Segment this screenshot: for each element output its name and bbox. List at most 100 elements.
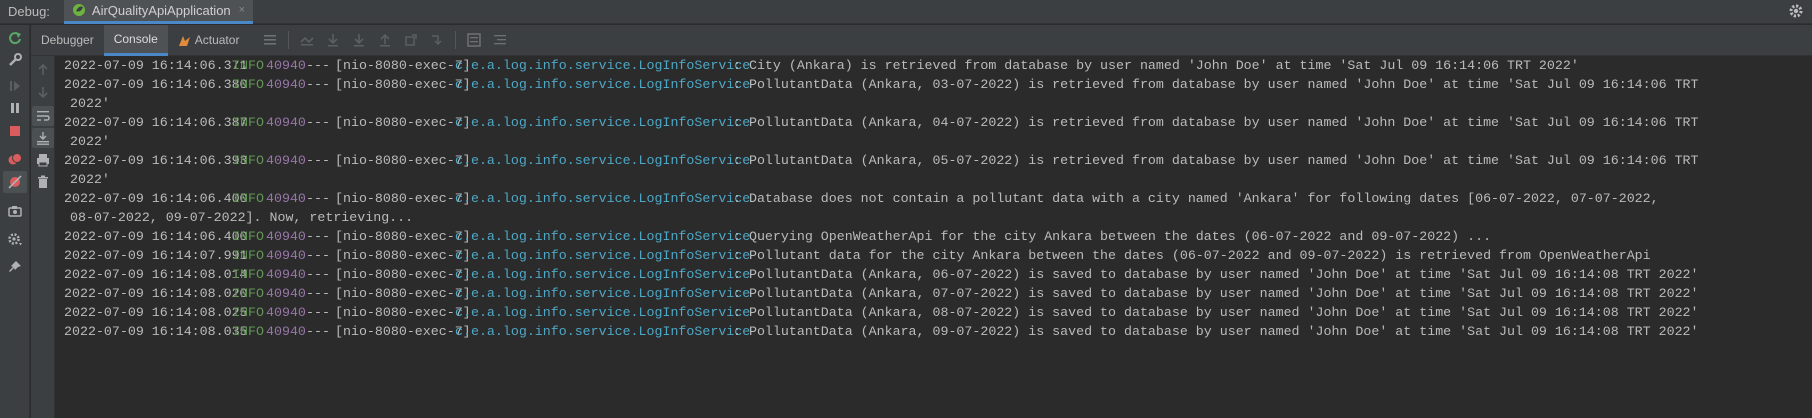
- step-over-icon[interactable]: [325, 32, 341, 48]
- log-level: INFO: [232, 305, 264, 320]
- wrench-icon[interactable]: [7, 52, 23, 68]
- stop-icon[interactable]: [7, 123, 23, 139]
- log-message: : PollutantData (Ankara, 03-07-2022) is …: [733, 77, 1699, 92]
- log-message-continuation: 2022': [70, 172, 110, 187]
- log-pid: 40940: [266, 153, 306, 168]
- mute-breakpoints-toggle[interactable]: [3, 171, 27, 193]
- log-logger[interactable]: c.e.a.log.info.service.LogInfoService: [455, 284, 750, 303]
- log-level: INFO: [232, 191, 264, 206]
- log-logger[interactable]: c.e.a.log.info.service.LogInfoService: [455, 75, 750, 94]
- actuator-icon: [178, 35, 190, 46]
- show-execution-point-icon[interactable]: [299, 32, 315, 48]
- log-line: 2022-07-09 16:14:08.025 INFO 40940 --- [nio-…: [56, 303, 1812, 322]
- close-tab-icon[interactable]: ×: [239, 4, 245, 16]
- log-thread: [nio-8080-exec-7]: [335, 305, 471, 320]
- log-thread: [nio-8080-exec-7]: [335, 153, 471, 168]
- log-logger[interactable]: c.e.a.log.info.service.LogInfoService: [455, 189, 750, 208]
- log-line: 2022-07-09 16:14:08.020 INFO 40940 --- [nio-…: [56, 284, 1812, 303]
- clear-all-icon[interactable]: [35, 174, 51, 190]
- trace-settings-icon[interactable]: [492, 32, 508, 48]
- log-timestamp: 2022-07-09 16:14:06.387: [64, 115, 248, 130]
- log-timestamp: 2022-07-09 16:14:08.020: [64, 286, 248, 301]
- evaluate-expression-icon[interactable]: [466, 32, 482, 48]
- log-message: : PollutantData (Ankara, 04-07-2022) is …: [733, 115, 1699, 130]
- settings-gear-icon[interactable]: [1788, 3, 1804, 19]
- log-level: INFO: [232, 267, 264, 282]
- tab-debugger[interactable]: Debugger: [31, 25, 104, 56]
- debug-tabs-row: Debugger Console Actuator: [31, 24, 1812, 56]
- resume-program-icon[interactable]: [7, 78, 23, 94]
- view-breakpoints-icon[interactable]: [7, 151, 23, 167]
- log-separator: ---: [306, 191, 330, 206]
- log-logger[interactable]: c.e.a.log.info.service.LogInfoService: [455, 265, 750, 284]
- log-separator: ---: [306, 115, 330, 130]
- run-config-tab-label: AirQualityApiApplication: [91, 2, 231, 18]
- log-separator: ---: [306, 229, 330, 244]
- log-message: : Pollutant data for the city Ankara bet…: [733, 248, 1651, 263]
- scroll-to-end-toggle[interactable]: [32, 128, 54, 148]
- log-logger[interactable]: c.e.a.log.info.service.LogInfoService: [455, 151, 750, 170]
- settings-icon[interactable]: [7, 231, 23, 247]
- log-logger[interactable]: c.e.a.log.info.service.LogInfoService: [455, 322, 750, 341]
- log-line: 2022-07-09 16:14:08.014 INFO 40940 --- [nio-…: [56, 265, 1812, 284]
- step-out-icon[interactable]: [377, 32, 393, 48]
- log-line: 2022-07-09 16:14:08.035 INFO 40940 --- [nio-…: [56, 322, 1812, 341]
- down-arrow-icon[interactable]: [35, 84, 51, 100]
- log-logger[interactable]: c.e.a.log.info.service.LogInfoService: [455, 56, 750, 75]
- tab-console-label: Console: [113, 31, 158, 46]
- log-message: : PollutantData (Ankara, 06-07-2022) is …: [733, 267, 1699, 282]
- debug-title-bar: Debug: AirQualityApiApplication ×: [0, 0, 1812, 24]
- tab-console[interactable]: Console: [103, 24, 168, 56]
- log-message: : Querying OpenWeatherApi for the city A…: [733, 229, 1492, 244]
- console-side-toolbar: [31, 56, 55, 418]
- soft-wrap-toggle[interactable]: [32, 106, 54, 126]
- log-logger[interactable]: c.e.a.log.info.service.LogInfoService: [455, 246, 750, 265]
- step-into-icon[interactable]: [351, 32, 367, 48]
- log-thread: [nio-8080-exec-7]: [335, 248, 471, 263]
- pause-program-icon[interactable]: [7, 100, 23, 116]
- console-output[interactable]: 2022-07-09 16:14:06.371 INFO 40940 --- [nio-…: [56, 56, 1812, 418]
- log-timestamp: 2022-07-09 16:14:06.393: [64, 153, 248, 168]
- log-logger[interactable]: c.e.a.log.info.service.LogInfoService: [455, 303, 750, 322]
- log-level: INFO: [232, 248, 264, 263]
- log-timestamp: 2022-07-09 16:14:06.400: [64, 229, 248, 244]
- log-logger[interactable]: c.e.a.log.info.service.LogInfoService: [455, 227, 750, 246]
- log-line-continuation: 2022': [56, 170, 1812, 189]
- tab-actuator[interactable]: Actuator: [168, 25, 250, 56]
- debug-label: Debug:: [8, 4, 50, 19]
- log-separator: ---: [306, 267, 330, 282]
- log-separator: ---: [306, 286, 330, 301]
- log-message-continuation: 08-07-2022, 09-07-2022]. Now, retrieving…: [70, 210, 414, 225]
- log-pid: 40940: [266, 115, 306, 130]
- log-level: INFO: [232, 286, 264, 301]
- camera-icon[interactable]: [7, 203, 23, 219]
- log-level: INFO: [232, 58, 264, 73]
- log-level: INFO: [232, 115, 264, 130]
- log-line: 2022-07-09 16:14:06.371 INFO 40940 --- [nio-…: [56, 56, 1812, 75]
- log-message: : City (Ankara) is retrieved from databa…: [733, 58, 1579, 73]
- drop-frame-icon[interactable]: [403, 32, 419, 48]
- rerun-icon[interactable]: [7, 30, 23, 46]
- log-separator: ---: [306, 77, 330, 92]
- up-arrow-icon[interactable]: [35, 62, 51, 78]
- run-config-tab[interactable]: AirQualityApiApplication ×: [63, 0, 254, 24]
- print-icon[interactable]: [35, 152, 51, 168]
- log-message: : PollutantData (Ankara, 08-07-2022) is …: [733, 305, 1699, 320]
- log-thread: [nio-8080-exec-7]: [335, 286, 471, 301]
- log-line: 2022-07-09 16:14:06.387 INFO 40940 --- [nio-…: [56, 113, 1812, 132]
- log-logger[interactable]: c.e.a.log.info.service.LogInfoService: [455, 113, 750, 132]
- log-line: 2022-07-09 16:14:06.393 INFO 40940 --- [nio-…: [56, 151, 1812, 170]
- scroll-to-end-icon: [37, 132, 49, 145]
- run-to-cursor-icon[interactable]: [429, 32, 445, 48]
- log-level: INFO: [232, 324, 264, 339]
- tab-debugger-label: Debugger: [41, 33, 94, 47]
- log-separator: ---: [306, 324, 330, 339]
- menu-icon[interactable]: [262, 32, 278, 48]
- log-pid: 40940: [266, 305, 306, 320]
- log-pid: 40940: [266, 58, 306, 73]
- log-thread: [nio-8080-exec-7]: [335, 267, 471, 282]
- log-pid: 40940: [266, 77, 306, 92]
- log-separator: ---: [306, 58, 330, 73]
- log-line: 2022-07-09 16:14:06.400 INFO 40940 --- [nio-…: [56, 189, 1812, 208]
- pin-icon[interactable]: [7, 259, 23, 275]
